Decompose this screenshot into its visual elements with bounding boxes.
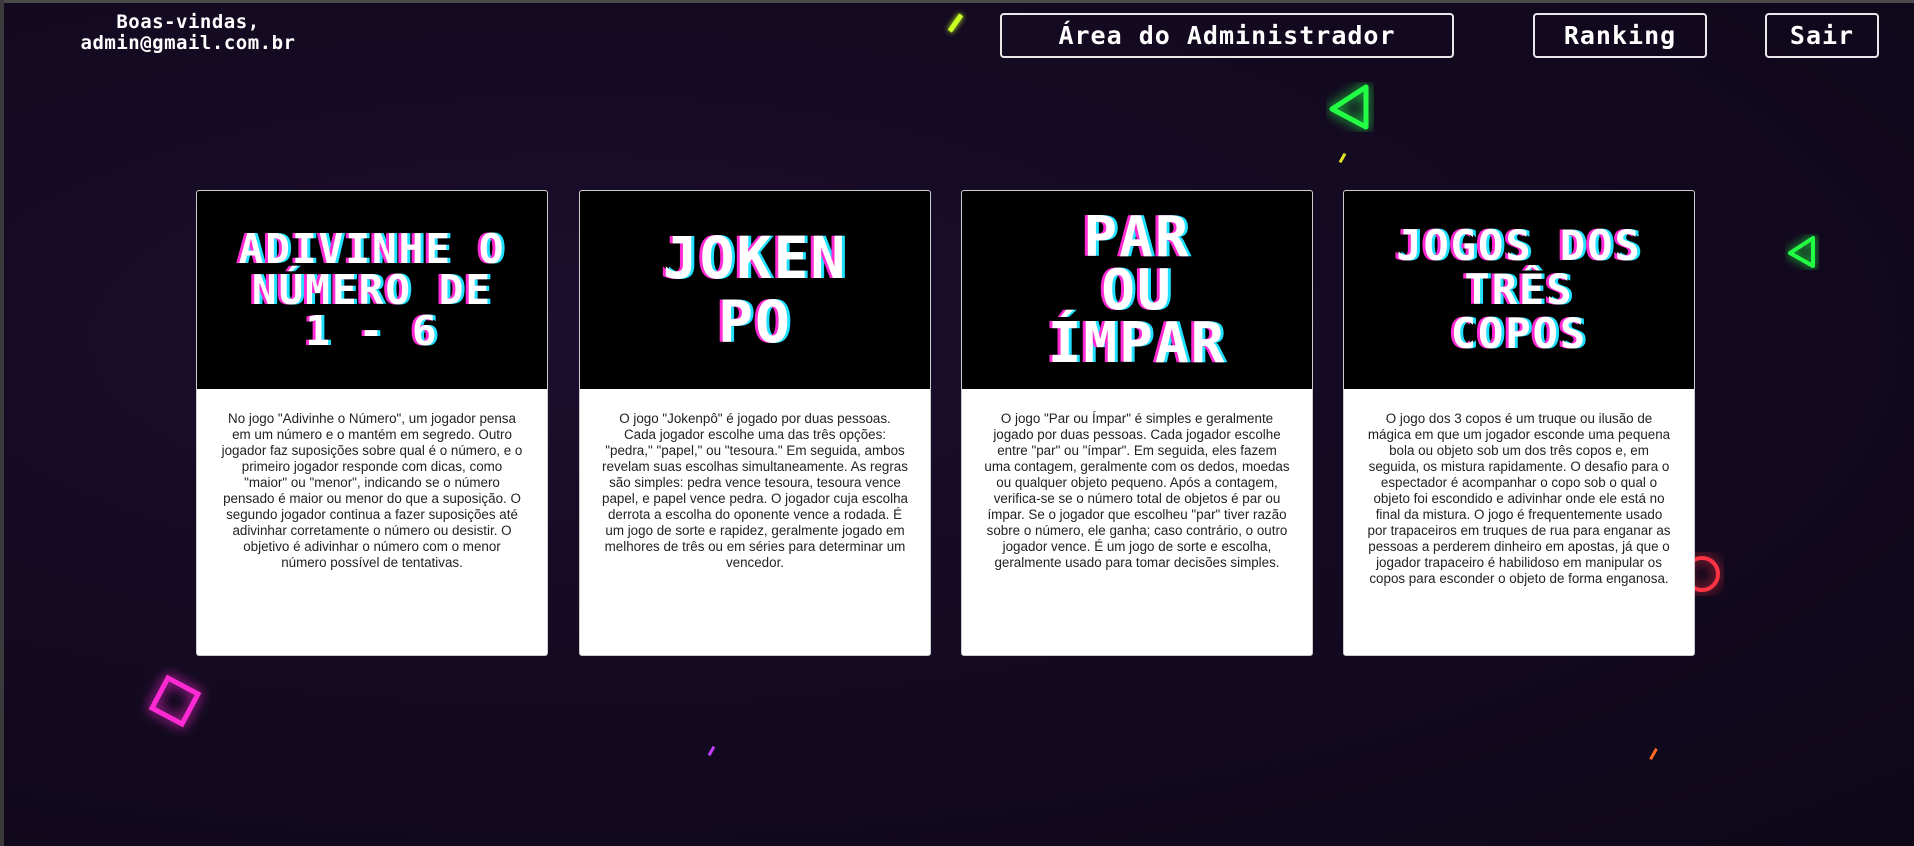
card-title-line: OU [1101,257,1173,323]
card-title-line: ADIVINHE O [238,224,506,273]
neon-streak-icon [707,745,716,757]
card-title-line: NÚMERO DE [251,265,493,314]
game-card-tres-copos[interactable]: JOGOS DOS TRÊS COPOS O jogo dos 3 copos … [1343,190,1695,656]
card-banner: ADIVINHE O NÚMERO DE 1 - 6 [197,191,547,389]
user-email: admin@gmail.com.br [80,32,296,54]
card-title: JOKEN PO [653,226,858,354]
card-title-line: PAR [1083,204,1191,270]
card-title-line: JOGOS DOS [1396,221,1642,270]
card-title-line: TRÊS [1464,265,1574,314]
card-title-line: ÍMPAR [1047,310,1227,376]
window-top-edge [0,0,1914,3]
welcome-message: Boas-vindas, admin@gmail.com.br [38,12,338,54]
window-left-edge [0,0,4,846]
welcome-greeting: Boas-vindas, [116,11,260,33]
admin-area-button[interactable]: Área do Administrador [1000,13,1454,58]
card-title: PAR OU ÍMPAR [1038,204,1237,376]
card-banner: JOGOS DOS TRÊS COPOS [1344,191,1694,389]
card-title-line: 1 - 6 [305,306,439,355]
game-card-guess-number[interactable]: ADIVINHE O NÚMERO DE 1 - 6 No jogo "Adiv… [196,190,548,656]
card-banner: PAR OU ÍMPAR [962,191,1312,389]
logout-button[interactable]: Sair [1765,13,1879,58]
card-title-line: JOKEN [662,224,848,292]
card-description: No jogo "Adivinhe o Número", um jogador … [221,411,523,570]
neon-streak-icon [947,13,964,33]
neon-streak-icon [1649,748,1658,760]
card-banner: JOKEN PO [580,191,930,389]
neon-triangle-icon [1329,84,1369,130]
card-description: O jogo "Par ou Ímpar" é simples e geralm… [984,411,1290,570]
card-title: JOGOS DOS TRÊS COPOS [1386,224,1652,356]
neon-square-icon [148,674,202,728]
card-description: O jogo "Jokenpô" é jogado por duas pesso… [602,411,908,570]
card-title-line: COPOS [1450,309,1588,358]
card-title: ADIVINHE O NÚMERO DE 1 - 6 [229,224,516,355]
game-card-par-ou-impar[interactable]: PAR OU ÍMPAR O jogo "Par ou Ímpar" é sim… [961,190,1313,656]
ranking-button[interactable]: Ranking [1533,13,1707,58]
neon-streak-icon [1338,152,1347,164]
game-card-jokenpo[interactable]: JOKEN PO O jogo "Jokenpô" é jogado por d… [579,190,931,656]
neon-triangle-icon [1788,236,1815,268]
card-title-line: PO [718,288,792,356]
card-description: O jogo dos 3 copos é um truque ou ilusão… [1367,411,1671,586]
